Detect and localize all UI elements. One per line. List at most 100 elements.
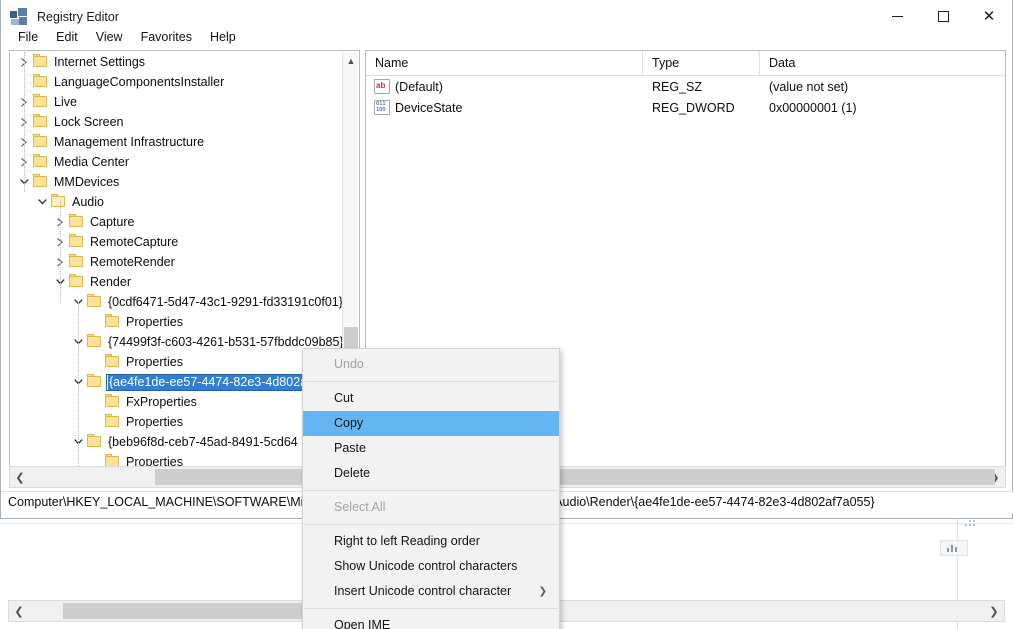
tree-node-label: Capture (90, 215, 135, 229)
tree-node-label: Audio (72, 195, 104, 209)
tree-node-label: Live (54, 95, 77, 109)
menu-item-label: Delete (334, 466, 371, 480)
column-header-name[interactable]: Name (366, 51, 643, 75)
tree-node[interactable]: Internet Settings (10, 52, 344, 72)
folder-icon (68, 232, 86, 252)
tree-node[interactable]: Properties (10, 312, 344, 332)
menu-item-insert-unicode-control-character[interactable]: Insert Unicode control character ❯ (303, 579, 559, 604)
tree-node[interactable]: {ae4fe1de-ee57-4474-82e3-4d802af7a055} (10, 372, 344, 392)
menu-item-label: Select All (334, 500, 386, 514)
tree-node-label: MMDevices (54, 175, 120, 189)
chevron-left-icon[interactable]: ❮ (9, 601, 29, 621)
tree-node-label: RemoteRender (90, 255, 175, 269)
tree-node-label: Media Center (54, 155, 130, 169)
menu-view[interactable]: View (87, 28, 132, 47)
tree-node-label: Properties (126, 315, 183, 329)
edit-context-menu[interactable]: Undo Cut Copy Paste Delete Select All Right to… (302, 348, 560, 629)
tree-node[interactable]: MMDevices (10, 172, 344, 192)
menu-help[interactable]: Help (201, 28, 245, 47)
tree-node-label: Properties (126, 355, 183, 369)
values-header-row: Name Type Data (366, 51, 1005, 76)
menu-file[interactable]: File (9, 28, 47, 47)
column-header-type[interactable]: Type (643, 51, 760, 75)
tree-node[interactable]: Live (10, 92, 344, 112)
folder-icon (104, 352, 122, 372)
tree-node[interactable]: {beb96f8d-ceb7-45ad-8491-5cd64 (10, 432, 344, 452)
tree-node[interactable]: FxProperties (10, 392, 344, 412)
menu-edit[interactable]: Edit (47, 28, 87, 47)
main-scroll-thumb[interactable] (155, 469, 995, 485)
menu-item-cut[interactable]: Cut (303, 386, 559, 411)
value-row[interactable]: 011 100 DeviceState REG_DWORD 0x00000001 (1) (366, 97, 1005, 118)
chevron-left-icon[interactable]: ❮ (10, 467, 30, 487)
folder-icon (32, 92, 50, 112)
folder-icon (32, 172, 50, 192)
value-type: REG_SZ (652, 79, 703, 94)
tree-node-spacer (88, 412, 104, 432)
tree-node[interactable]: Management Infrastructure (10, 132, 344, 152)
value-data: 0x00000001 (1) (769, 100, 857, 115)
folder-icon (86, 332, 104, 352)
folder-icon (32, 72, 50, 92)
menu-item-paste[interactable]: Paste (303, 436, 559, 461)
folder-icon (32, 52, 50, 72)
tree-node[interactable]: {74499f3f-c603-4261-b531-57fbddc09b85} (10, 332, 344, 352)
menu-item-label: Copy (334, 416, 364, 430)
tree-node-label: Render (90, 275, 131, 289)
menu-item-copy[interactable]: Copy (303, 411, 559, 436)
tree-node-label: RemoteCapture (90, 235, 179, 249)
tree-node-label: {beb96f8d-ceb7-45ad-8491-5cd64 (108, 435, 298, 449)
tree-node[interactable]: Properties (10, 412, 344, 432)
value-name: DeviceState (395, 100, 463, 115)
menu-item-delete[interactable]: Delete (303, 461, 559, 486)
value-name-cell: 011 100 DeviceState (366, 100, 643, 115)
folder-icon (68, 272, 86, 292)
menu-item-label: Open IME (334, 618, 391, 629)
tree-node-label: Lock Screen (54, 115, 124, 129)
chevron-right-icon: ❯ (538, 586, 547, 597)
tree-node[interactable]: LanguageComponentsInstaller (10, 72, 344, 92)
folder-icon (104, 412, 122, 432)
minimize-icon (891, 16, 903, 17)
menu-bar: File Edit View Favorites Help (1, 27, 1012, 48)
menu-item-label: Right to left Reading order (334, 534, 480, 548)
folder-icon (68, 212, 86, 232)
folder-icon (86, 432, 104, 452)
tree-node-spacer (88, 392, 104, 412)
tree-guide-line (78, 302, 79, 473)
folder-icon (86, 292, 104, 312)
chevron-up-icon[interactable]: ▲ (343, 52, 359, 69)
menu-separator (304, 608, 558, 609)
chevron-down-icon[interactable] (34, 192, 50, 212)
menu-item-label: Paste (334, 441, 366, 455)
menu-item-undo: Undo (303, 352, 559, 377)
tree-node[interactable]: Properties (10, 352, 344, 372)
menu-favorites[interactable]: Favorites (132, 28, 201, 47)
tree-node[interactable]: Lock Screen (10, 112, 344, 132)
folder-icon (32, 132, 50, 152)
value-name-cell: ab (Default) (366, 79, 643, 94)
menu-item-show-unicode-control-characters[interactable]: Show Unicode control characters (303, 554, 559, 579)
string-value-icon: ab (374, 79, 390, 94)
chevron-right-icon[interactable]: ❯ (984, 601, 1004, 621)
values-rows: ab (Default) REG_SZ (value not set) 011 100 De… (366, 76, 1005, 118)
menu-item-select-all: Select All (303, 495, 559, 520)
tree-node-label: Management Infrastructure (54, 135, 205, 149)
tree-node[interactable]: Media Center (10, 152, 344, 172)
tree-node-label: Internet Settings (54, 55, 146, 69)
menu-item-right-to-left-reading-order[interactable]: Right to left Reading order (303, 529, 559, 554)
tree-node-label: {0cdf6471-5d47-43c1-9291-fd33191c0f01} (108, 295, 343, 309)
menu-item-label: Cut (334, 391, 354, 405)
menu-item-open-ime[interactable]: Open IME (303, 613, 559, 629)
registry-editor-icon (10, 7, 28, 26)
registry-tree: Internet Settings LanguageComponentsInsta… (10, 52, 344, 473)
value-data: (value not set) (769, 79, 849, 94)
menu-separator (304, 381, 558, 382)
registry-tree-viewport: Internet Settings LanguageComponentsInsta… (10, 51, 344, 473)
maximize-icon (937, 11, 949, 22)
value-row[interactable]: ab (Default) REG_SZ (value not set) (366, 76, 1005, 97)
folder-icon (104, 312, 122, 332)
folder-icon (104, 392, 122, 412)
column-header-data[interactable]: Data (760, 51, 1005, 75)
tree-node-label: FxProperties (126, 395, 197, 409)
